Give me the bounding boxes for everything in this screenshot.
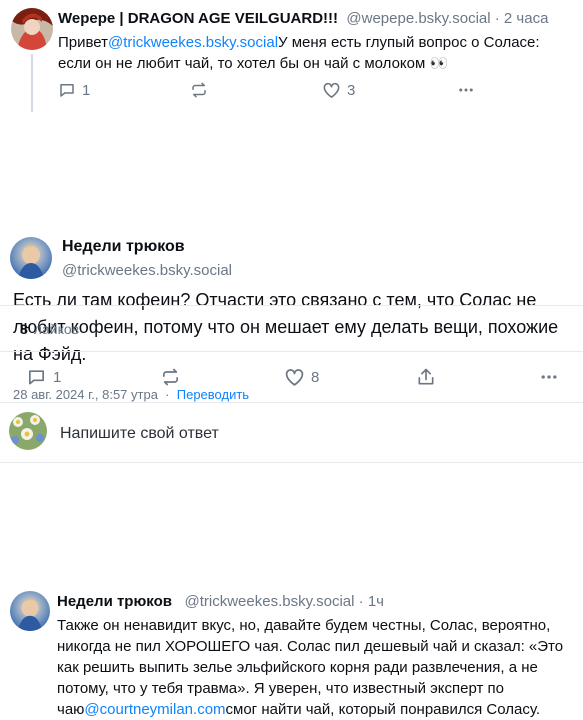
share-button[interactable]: [416, 367, 436, 387]
main-post-timestamp: 28 авг. 2024 г., 8:57 утра: [13, 387, 158, 402]
divider: [0, 462, 583, 463]
parent-author-name[interactable]: Wepepe | DRAGON AGE VEILGUARD!!!: [58, 10, 338, 27]
main-author-avatar[interactable]: [10, 237, 52, 279]
parent-post-text: Привет@trickweekes.bsky.socialУ меня ест…: [58, 32, 576, 74]
reply-author-handle[interactable]: @trickweekes.bsky.social: [184, 593, 354, 610]
reply-post-text-after: смог найти чай, который понравился Солас…: [225, 701, 541, 718]
share-icon: [416, 367, 436, 387]
parent-post-header: Wepepe | DRAGON AGE VEILGUARD!!! @wepepe…: [58, 10, 549, 27]
reply-count: 1: [82, 81, 91, 99]
reply-button[interactable]: 1: [26, 367, 61, 387]
reply-post-header: Недели трюков @trickweekes.bsky.social ·…: [57, 593, 384, 610]
repost-icon: [160, 367, 181, 387]
main-post-meta: 28 авг. 2024 г., 8:57 утра · Переводить: [13, 387, 249, 402]
thread-line: [31, 54, 33, 112]
more-icon: [539, 367, 559, 387]
repost-button[interactable]: [160, 367, 181, 387]
like-count: 8: [311, 368, 320, 386]
like-icon: [322, 81, 341, 99]
repost-icon: [190, 81, 208, 99]
likes-count: 8: [20, 321, 28, 337]
meta-separator: ·: [165, 387, 170, 402]
more-button[interactable]: [539, 367, 559, 387]
divider: [0, 351, 583, 352]
reply-icon: [26, 367, 47, 387]
parent-author-avatar[interactable]: [11, 8, 53, 50]
parent-author-handle[interactable]: @wepepe.bsky.social: [346, 10, 490, 27]
repost-button[interactable]: [190, 81, 214, 99]
main-author-name[interactable]: Недели трюков: [62, 238, 185, 256]
like-button[interactable]: 8: [284, 367, 319, 387]
like-button[interactable]: 3: [322, 81, 355, 99]
reply-count: 1: [53, 368, 62, 386]
divider: [0, 402, 583, 403]
like-icon: [284, 367, 305, 387]
parent-post-text-before: Привет: [58, 34, 109, 51]
parent-post-mention-link[interactable]: @trickweekes.bsky.social: [108, 34, 278, 51]
reply-composer[interactable]: Напишите свой ответ: [0, 409, 583, 459]
more-button[interactable]: [457, 81, 475, 99]
translate-link[interactable]: Переводить: [177, 387, 249, 402]
reply-author-avatar[interactable]: [10, 591, 50, 631]
likes-label: лайков: [33, 321, 80, 337]
reply-button[interactable]: 1: [58, 81, 90, 99]
main-author-handle[interactable]: @trickweekes.bsky.social: [62, 262, 232, 279]
main-post-text: Есть ли там кофеин? Отчасти это связано …: [13, 290, 559, 364]
likes-summary[interactable]: 8 лайков: [20, 321, 79, 337]
parent-post[interactable]: Wepepe | DRAGON AGE VEILGUARD!!! @wepepe…: [0, 0, 583, 112]
reply-author-name[interactable]: Недели трюков: [57, 593, 172, 610]
reply-icon: [58, 81, 76, 99]
divider: [0, 305, 583, 306]
like-count: 3: [347, 81, 356, 99]
reply-post-text: Также он ненавидит вкус, но, давайте буд…: [57, 615, 577, 720]
parent-post-time[interactable]: 2 часа: [504, 10, 549, 27]
reply-input-placeholder[interactable]: Напишите свой ответ: [60, 425, 219, 443]
current-user-avatar: [9, 412, 47, 450]
reply-post-mention-link[interactable]: @courtneymilan.com: [84, 701, 225, 718]
more-icon: [457, 81, 475, 99]
reply-post-time[interactable]: 1ч: [368, 593, 384, 610]
